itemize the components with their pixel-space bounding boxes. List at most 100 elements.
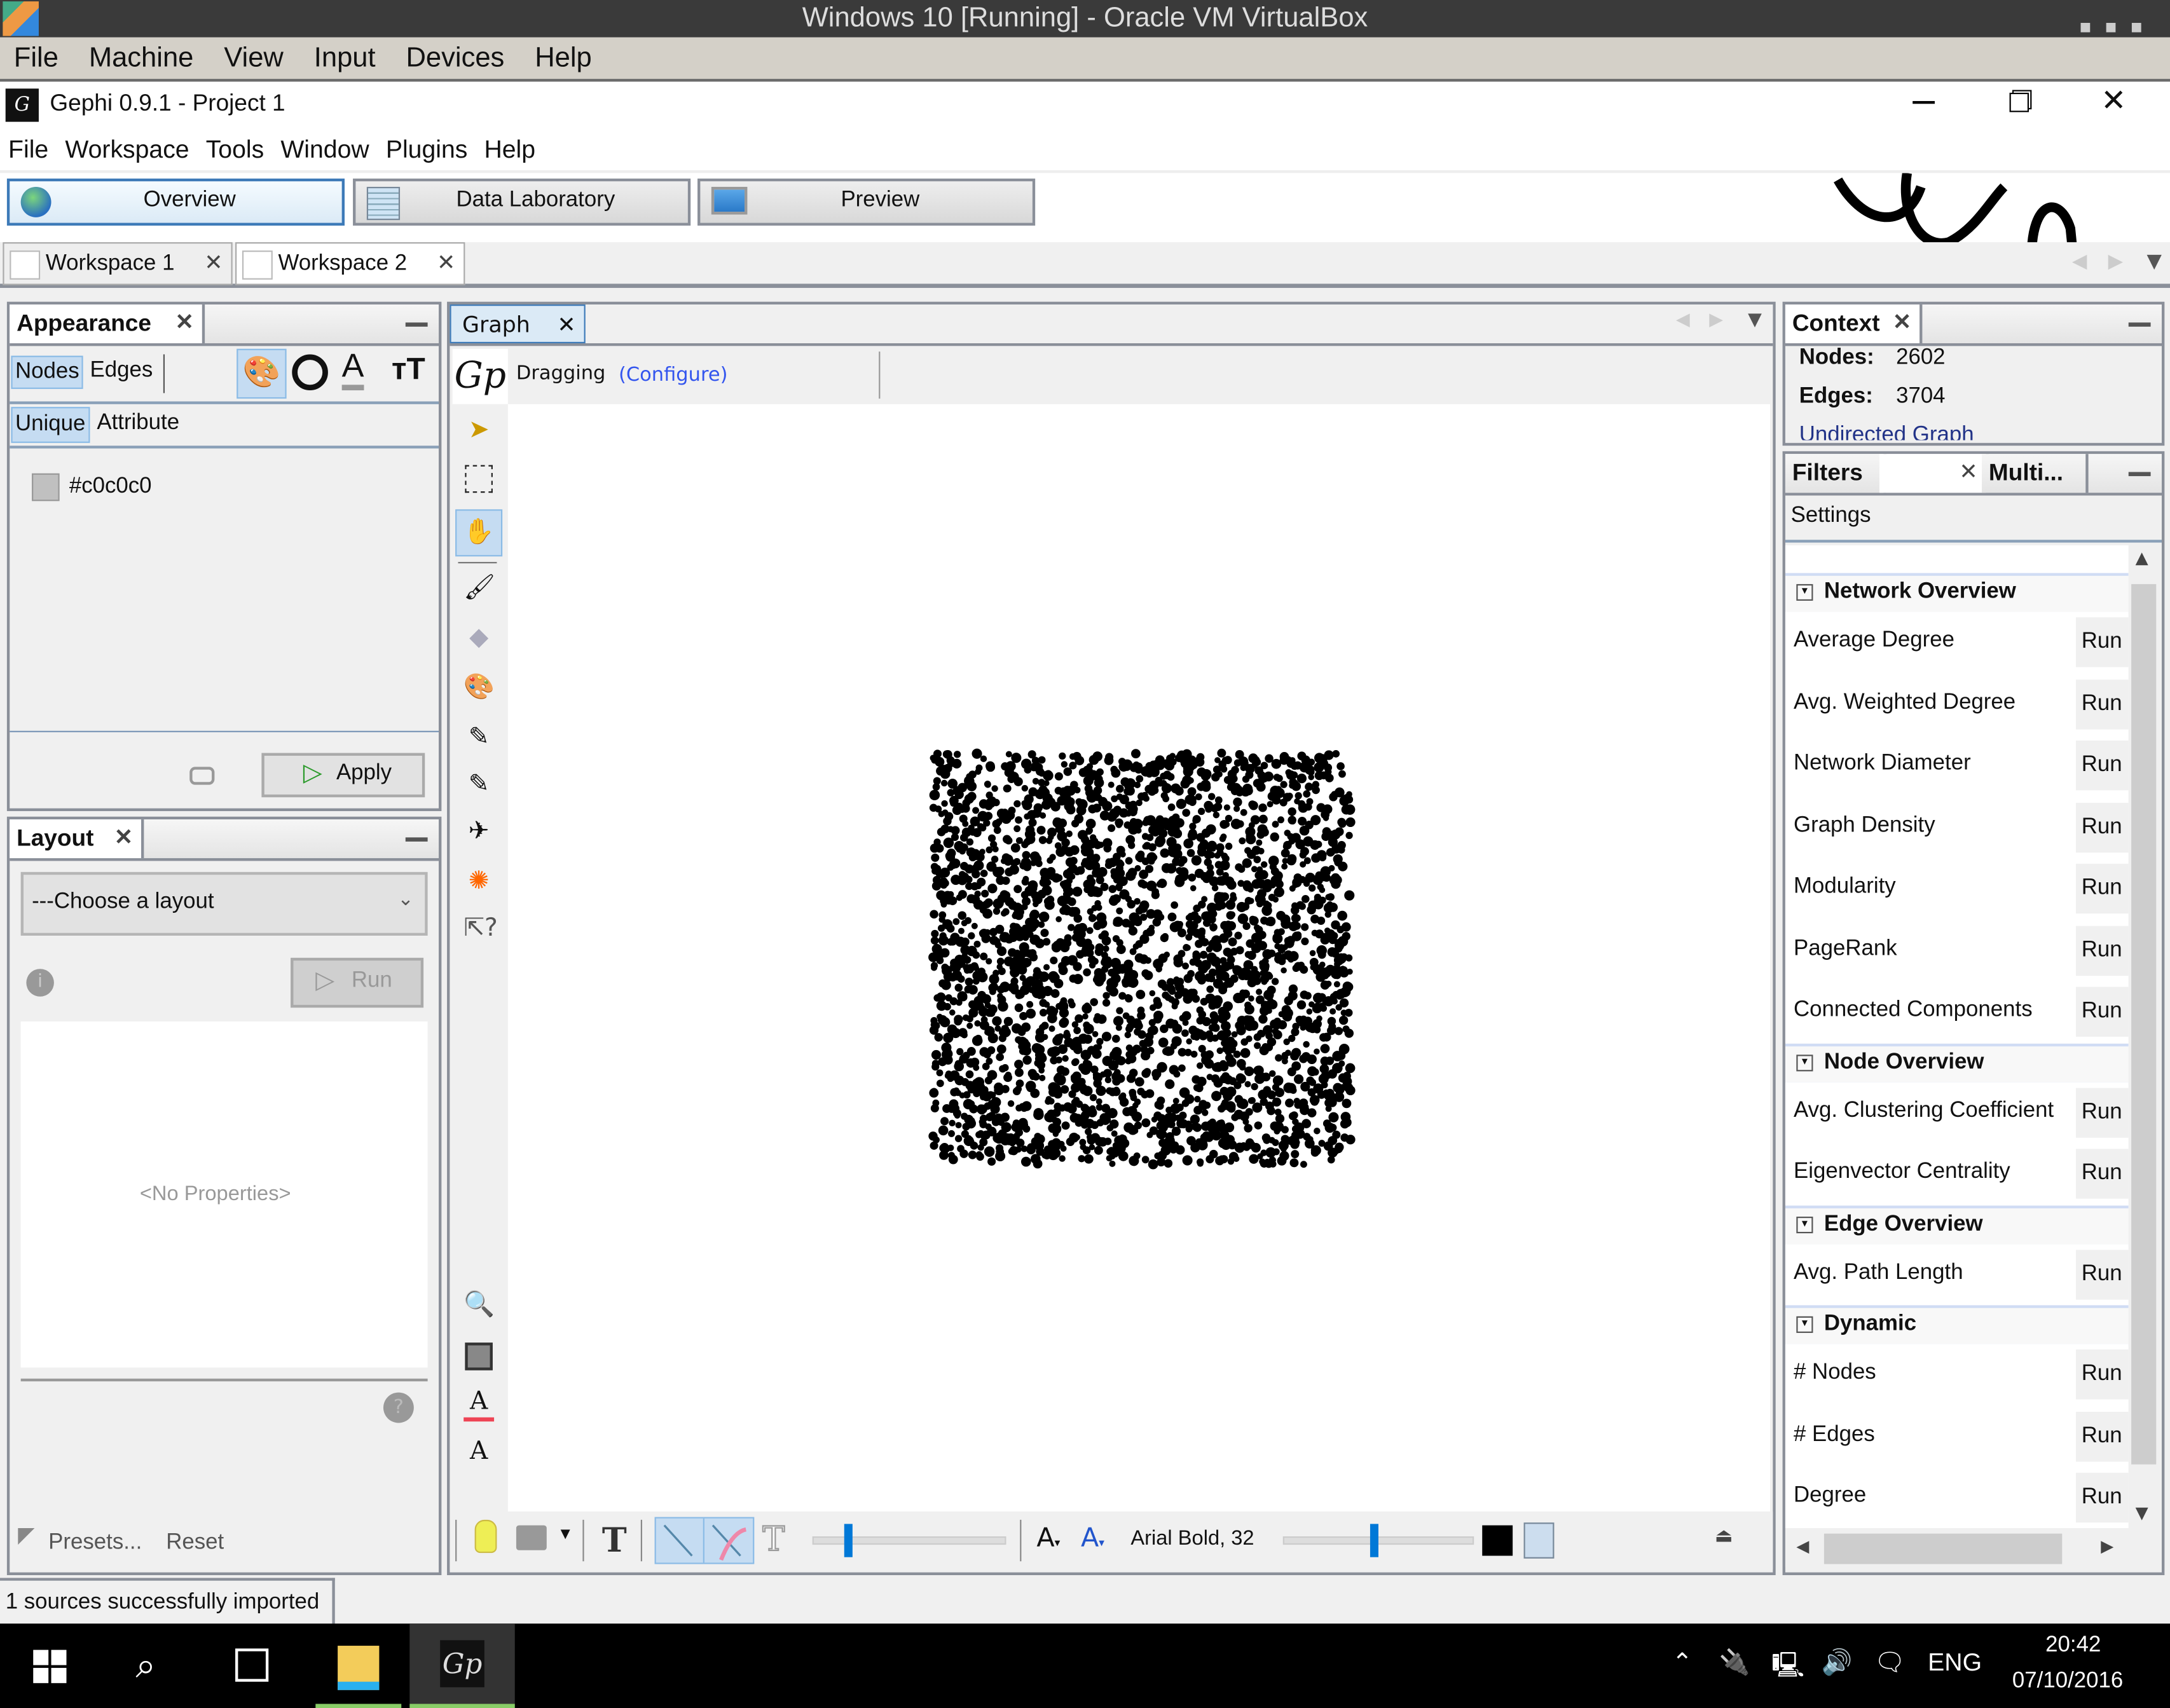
tab-layout[interactable]: Layout ✕ bbox=[10, 819, 144, 859]
close-panel-icon[interactable]: ✕ bbox=[1959, 454, 1977, 493]
attribute-toggle[interactable]: Attribute bbox=[97, 411, 179, 436]
close-tab-icon[interactable]: ✕ bbox=[204, 243, 223, 284]
minimize-panel-icon[interactable] bbox=[2128, 322, 2151, 327]
edge-labels-icon[interactable]: T bbox=[762, 1519, 785, 1559]
run-button[interactable]: Run bbox=[2076, 987, 2129, 1037]
run-button[interactable]: Run bbox=[2076, 1087, 2129, 1137]
layout-select[interactable]: ---Choose a layout ⌄ bbox=[20, 871, 428, 936]
gephi-taskbar-button[interactable]: Gp bbox=[409, 1623, 515, 1708]
clock-time[interactable]: 20:42 bbox=[2045, 1633, 2101, 1658]
run-button[interactable]: Run bbox=[2076, 802, 2129, 852]
minimize-panel-icon[interactable] bbox=[405, 322, 428, 327]
data-laboratory-button[interactable]: Data Laboratory bbox=[353, 178, 691, 226]
clipboard-settings-icon[interactable] bbox=[1523, 1522, 1555, 1559]
scroll-left-icon[interactable]: ◀ bbox=[1796, 1536, 1809, 1555]
color-swatch[interactable] bbox=[32, 473, 60, 502]
tab-workspace-1[interactable]: Workspace 1 ✕ bbox=[3, 242, 233, 285]
menu-workspace[interactable]: Workspace bbox=[65, 135, 189, 163]
menu-tools[interactable]: Tools bbox=[206, 135, 264, 163]
collapse-icon[interactable]: ▼ bbox=[1796, 584, 1813, 601]
size-icon[interactable] bbox=[292, 354, 328, 391]
edge-scale-slider-thumb[interactable] bbox=[844, 1524, 853, 1557]
vbox-menu-view[interactable]: View bbox=[224, 43, 284, 74]
chain-link-icon[interactable] bbox=[189, 767, 215, 785]
run-button[interactable]: Run bbox=[2076, 617, 2129, 667]
vbox-menu-input[interactable]: Input bbox=[314, 43, 376, 74]
close-panel-icon[interactable]: ✕ bbox=[114, 819, 133, 858]
collapse-icon[interactable]: ▼ bbox=[1796, 1215, 1813, 1233]
clock-date[interactable]: 07/10/2016 bbox=[2012, 1669, 2123, 1694]
pointer-help-icon[interactable]: ⇱? bbox=[464, 913, 498, 944]
drag-hand-icon[interactable]: ✋ bbox=[455, 509, 503, 557]
close-icon[interactable]: ✕ bbox=[2101, 85, 2126, 119]
label-color-swatch[interactable] bbox=[1482, 1525, 1513, 1556]
label-color-icon[interactable]: A bbox=[464, 1387, 495, 1422]
tab-appearance[interactable]: Appearance ✕ bbox=[10, 304, 205, 344]
stat-section-header[interactable]: ▼ Network Overview bbox=[1785, 573, 2129, 615]
vbox-menu-machine[interactable]: Machine bbox=[89, 43, 194, 74]
menu-file[interactable]: File bbox=[8, 135, 48, 163]
help-icon[interactable]: ? bbox=[383, 1392, 414, 1423]
dropdown-arrow-icon[interactable]: ▼ bbox=[561, 1528, 570, 1542]
scroll-right-icon[interactable]: ▶ bbox=[1709, 310, 1723, 331]
run-button[interactable]: Run bbox=[2076, 1249, 2129, 1299]
info-icon[interactable]: i bbox=[26, 969, 54, 997]
menu-plugins[interactable]: Plugins bbox=[386, 135, 468, 163]
language-indicator[interactable]: ENG bbox=[1928, 1648, 1982, 1677]
scroll-right-icon[interactable]: ▶ bbox=[2101, 1536, 2113, 1555]
close-tab-icon[interactable]: ✕ bbox=[437, 243, 455, 284]
tab-statistics[interactable]: ✕ bbox=[1879, 454, 1989, 493]
label-size-icon[interactable]: тT bbox=[392, 352, 425, 388]
stat-section-header[interactable]: ▼ Edge Overview bbox=[1785, 1205, 2129, 1247]
tab-multi[interactable]: Multi... bbox=[1982, 454, 2089, 493]
label-color-icon[interactable]: A bbox=[341, 348, 364, 391]
run-button[interactable]: Run bbox=[2076, 1149, 2129, 1199]
nodes-toggle[interactable]: Nodes bbox=[11, 355, 84, 389]
tab-list-dropdown-icon[interactable]: ▼ bbox=[2147, 250, 2162, 273]
tab-filters[interactable]: Filters bbox=[1785, 454, 1886, 493]
painter-icon[interactable]: 🎨 bbox=[464, 673, 495, 703]
file-explorer-button[interactable] bbox=[315, 1623, 402, 1708]
scroll-up-icon[interactable]: ▲ bbox=[2136, 548, 2148, 567]
close-panel-icon[interactable]: ✕ bbox=[557, 306, 575, 345]
label-font-icon[interactable]: A bbox=[464, 1437, 494, 1467]
eject-icon[interactable]: ⏏ bbox=[1715, 1526, 1733, 1548]
run-button[interactable]: Run bbox=[2076, 1472, 2129, 1523]
run-layout-button[interactable]: ▷ Run bbox=[291, 957, 424, 1008]
brush-icon[interactable]: 🖌 bbox=[464, 573, 495, 603]
background-color-icon[interactable] bbox=[465, 1342, 493, 1370]
scroll-tabs-right-icon[interactable]: ▶ bbox=[2108, 250, 2123, 273]
close-panel-icon[interactable]: ✕ bbox=[1893, 304, 1911, 343]
tab-context[interactable]: Context ✕ bbox=[1785, 304, 1923, 344]
color-palette-icon[interactable]: 🎨 bbox=[237, 348, 287, 399]
tab-workspace-2[interactable]: Workspace 2 ✕ bbox=[235, 242, 465, 285]
reset-link[interactable]: Reset bbox=[166, 1531, 224, 1555]
preview-button[interactable]: Preview bbox=[697, 178, 1036, 226]
volume-icon[interactable]: 🔊 bbox=[1822, 1648, 1853, 1677]
run-button[interactable]: Run bbox=[2076, 679, 2129, 729]
node-cloud[interactable] bbox=[927, 748, 1356, 1171]
diamond-icon[interactable]: ◆ bbox=[464, 623, 494, 653]
vbox-menu-devices[interactable]: Devices bbox=[406, 43, 504, 74]
apply-button[interactable]: ▷ Apply bbox=[261, 753, 425, 798]
collapse-icon[interactable]: ▼ bbox=[1796, 1054, 1813, 1071]
screenshot-icon[interactable] bbox=[516, 1525, 547, 1550]
start-icon[interactable] bbox=[33, 1650, 67, 1683]
show-hidden-icons-icon[interactable]: ⌃ bbox=[1672, 1648, 1693, 1677]
stat-section-header[interactable]: ▼ Node Overview bbox=[1785, 1042, 2129, 1085]
light-bulb-icon[interactable] bbox=[474, 1519, 497, 1554]
menu-help[interactable]: Help bbox=[484, 135, 535, 163]
run-button[interactable]: Run bbox=[2076, 740, 2129, 791]
network-icon[interactable]: 🖳 bbox=[1771, 1648, 1804, 1690]
power-icon[interactable]: 🔌 bbox=[1719, 1648, 1750, 1677]
panel-menu-icon[interactable]: ▼ bbox=[1748, 310, 1762, 331]
minimize-panel-icon[interactable] bbox=[405, 837, 428, 842]
edge-scale-slider-track[interactable] bbox=[812, 1524, 1006, 1557]
scroll-left-icon[interactable]: ◀ bbox=[1676, 310, 1690, 331]
scrollbar-thumb[interactable] bbox=[1823, 1533, 2063, 1564]
edge-pencil-icon[interactable]: ✎ bbox=[464, 770, 494, 800]
run-button[interactable]: Run bbox=[2076, 925, 2129, 976]
run-button[interactable]: Run bbox=[2076, 1411, 2129, 1461]
settings-link[interactable]: Settings bbox=[1791, 504, 1871, 529]
task-view-icon[interactable] bbox=[235, 1648, 269, 1682]
